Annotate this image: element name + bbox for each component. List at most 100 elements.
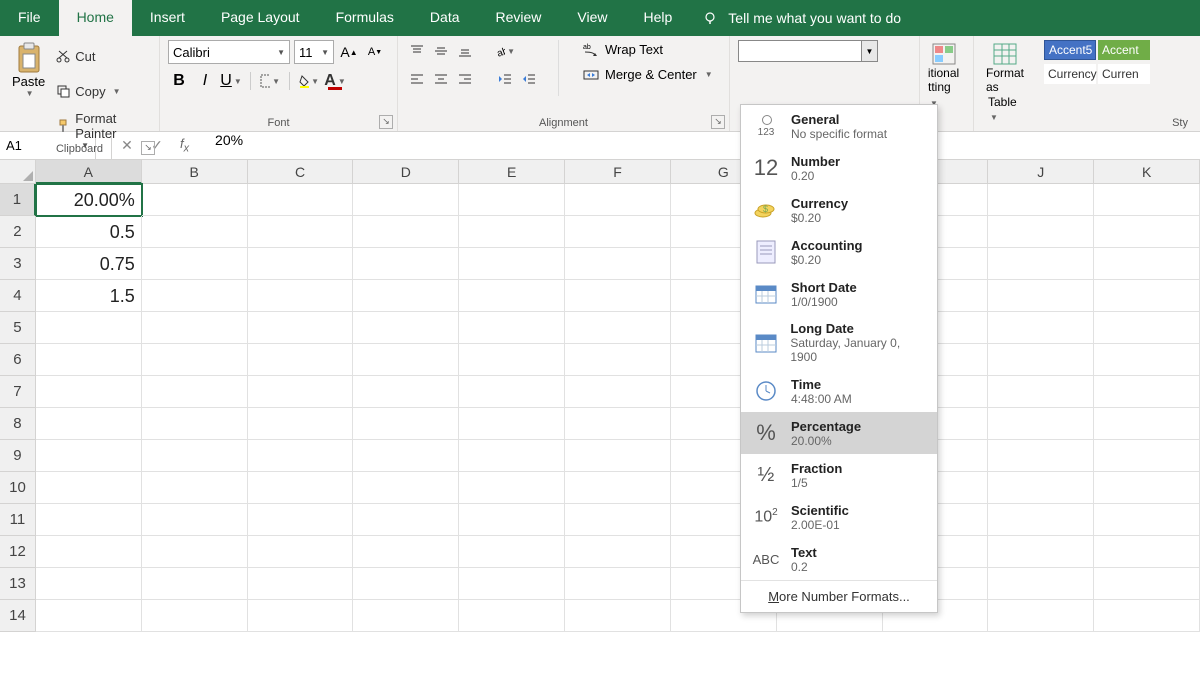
cell[interactable] bbox=[988, 472, 1094, 504]
cell[interactable] bbox=[248, 408, 354, 440]
cell[interactable] bbox=[1094, 568, 1200, 600]
cell[interactable]: 1.5 bbox=[36, 280, 142, 312]
cell[interactable] bbox=[248, 376, 354, 408]
cell[interactable] bbox=[36, 472, 142, 504]
style-currency0[interactable]: Curren bbox=[1098, 64, 1150, 84]
borders-button[interactable]: ▼ bbox=[259, 70, 281, 92]
row-header[interactable]: 6 bbox=[0, 344, 36, 376]
align-top-button[interactable] bbox=[406, 40, 428, 62]
more-number-formats-item[interactable]: More Number Formats... bbox=[741, 580, 937, 612]
cell[interactable] bbox=[988, 376, 1094, 408]
cell[interactable] bbox=[248, 184, 354, 216]
row-header[interactable]: 7 bbox=[0, 376, 36, 408]
font-size-combo[interactable]: 11▼ bbox=[294, 40, 334, 64]
cell[interactable] bbox=[988, 568, 1094, 600]
number-format-combo[interactable]: ▼ bbox=[738, 40, 878, 62]
number-format-item-short-date[interactable]: Short Date1/0/1900 bbox=[741, 273, 937, 315]
formula-bar-input[interactable]: 20% bbox=[197, 132, 261, 159]
row-header[interactable]: 4 bbox=[0, 280, 36, 312]
cell[interactable] bbox=[142, 568, 248, 600]
cell[interactable] bbox=[353, 216, 459, 248]
format-as-table-button[interactable]: Format as Table ▼ bbox=[982, 40, 1028, 126]
cell[interactable] bbox=[142, 408, 248, 440]
cell[interactable] bbox=[248, 216, 354, 248]
cell[interactable] bbox=[565, 216, 671, 248]
cell[interactable] bbox=[459, 344, 565, 376]
align-bottom-button[interactable] bbox=[454, 40, 476, 62]
cell[interactable] bbox=[142, 248, 248, 280]
increase-font-button[interactable]: A▲ bbox=[338, 41, 360, 63]
dialog-launcher-icon[interactable]: ↘ bbox=[379, 115, 393, 129]
cell[interactable] bbox=[353, 280, 459, 312]
cell[interactable] bbox=[565, 472, 671, 504]
row-header[interactable]: 1 bbox=[0, 184, 36, 216]
cell[interactable] bbox=[1094, 280, 1200, 312]
cell[interactable] bbox=[1094, 184, 1200, 216]
cell[interactable] bbox=[1094, 408, 1200, 440]
cell[interactable] bbox=[1094, 440, 1200, 472]
align-middle-button[interactable] bbox=[430, 40, 452, 62]
cell[interactable] bbox=[353, 312, 459, 344]
format-painter-button[interactable]: Format Painter bbox=[53, 110, 151, 142]
cell[interactable] bbox=[1094, 472, 1200, 504]
cell[interactable] bbox=[353, 472, 459, 504]
row-header[interactable]: 11 bbox=[0, 504, 36, 536]
column-header[interactable]: F bbox=[565, 160, 671, 184]
cell[interactable] bbox=[459, 600, 565, 632]
number-format-item-percentage[interactable]: %Percentage20.00% bbox=[741, 412, 937, 454]
cell[interactable] bbox=[988, 504, 1094, 536]
row-header[interactable]: 8 bbox=[0, 408, 36, 440]
cell[interactable] bbox=[353, 408, 459, 440]
paste-button[interactable]: Paste ▼ bbox=[8, 40, 49, 100]
cell[interactable] bbox=[248, 472, 354, 504]
cell[interactable] bbox=[248, 504, 354, 536]
font-name-combo[interactable]: Calibri▼ bbox=[168, 40, 290, 64]
number-format-item-general[interactable]: 123GeneralNo specific format bbox=[741, 105, 937, 147]
cell[interactable] bbox=[142, 600, 248, 632]
tellme-search[interactable]: Tell me what you want to do bbox=[702, 0, 901, 36]
cell[interactable] bbox=[459, 184, 565, 216]
cell[interactable]: 0.5 bbox=[36, 216, 142, 248]
cell[interactable] bbox=[565, 440, 671, 472]
cell[interactable] bbox=[142, 376, 248, 408]
cell[interactable] bbox=[988, 600, 1094, 632]
increase-indent-button[interactable] bbox=[518, 68, 540, 90]
style-accent5[interactable]: Accent5 bbox=[1044, 40, 1096, 60]
align-left-button[interactable] bbox=[406, 68, 428, 90]
cell[interactable] bbox=[1094, 376, 1200, 408]
cell[interactable] bbox=[353, 504, 459, 536]
cell[interactable] bbox=[988, 536, 1094, 568]
cell[interactable] bbox=[459, 536, 565, 568]
cell[interactable] bbox=[565, 344, 671, 376]
row-header[interactable]: 12 bbox=[0, 536, 36, 568]
cell[interactable] bbox=[565, 568, 671, 600]
column-header[interactable]: D bbox=[353, 160, 459, 184]
cell[interactable] bbox=[565, 184, 671, 216]
cell[interactable] bbox=[459, 440, 565, 472]
cell[interactable] bbox=[248, 344, 354, 376]
cell[interactable] bbox=[248, 248, 354, 280]
cell[interactable] bbox=[565, 600, 671, 632]
tab-view[interactable]: View bbox=[559, 0, 625, 36]
italic-button[interactable]: I bbox=[194, 70, 216, 92]
cell[interactable]: 0.75 bbox=[36, 248, 142, 280]
cut-button[interactable]: Cut bbox=[53, 40, 151, 72]
row-header[interactable]: 2 bbox=[0, 216, 36, 248]
cell[interactable] bbox=[1094, 312, 1200, 344]
underline-button[interactable]: U▼ bbox=[220, 70, 242, 92]
cell[interactable] bbox=[353, 536, 459, 568]
cell[interactable] bbox=[36, 568, 142, 600]
cell[interactable] bbox=[459, 280, 565, 312]
cell[interactable] bbox=[142, 472, 248, 504]
number-format-item-currency[interactable]: $Currency$0.20 bbox=[741, 189, 937, 231]
wrap-text-button[interactable]: ab Wrap Text bbox=[577, 40, 719, 59]
cell[interactable] bbox=[248, 440, 354, 472]
number-format-item-number[interactable]: 12Number0.20 bbox=[741, 147, 937, 189]
cell[interactable] bbox=[565, 376, 671, 408]
row-header[interactable]: 13 bbox=[0, 568, 36, 600]
cell[interactable] bbox=[1094, 248, 1200, 280]
cell[interactable] bbox=[142, 440, 248, 472]
cell[interactable] bbox=[248, 600, 354, 632]
style-accent6[interactable]: Accent bbox=[1098, 40, 1150, 60]
style-currency[interactable]: Currency bbox=[1044, 64, 1096, 84]
